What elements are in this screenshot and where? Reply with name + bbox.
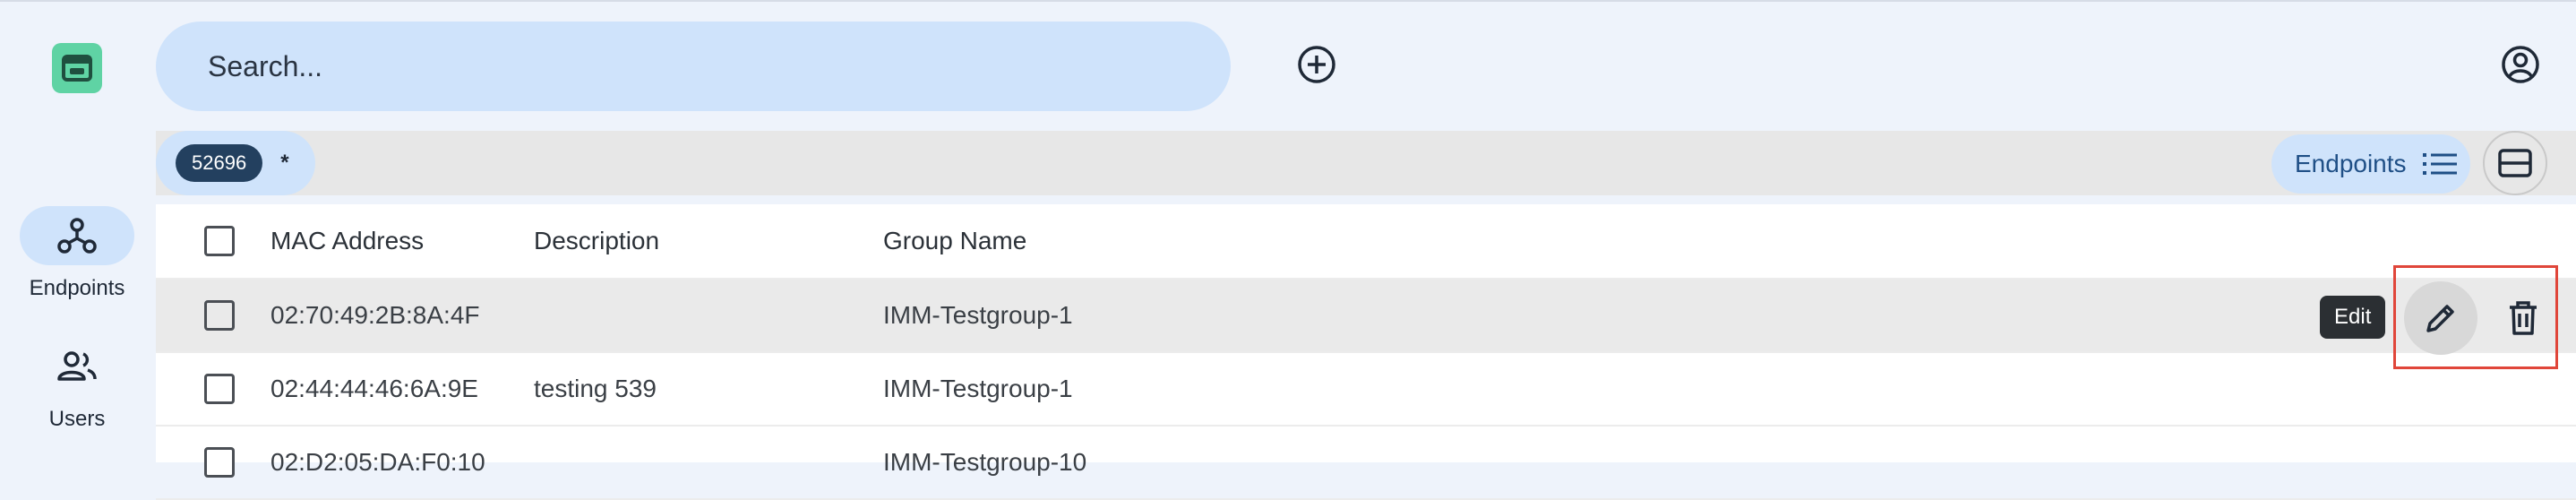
sidebar-item-label: Endpoints [29,276,125,300]
cell-description: testing 539 [534,375,657,402]
table-row[interactable]: 02:44:44:46:6A:9E testing 539 IMM-Testgr… [156,353,2576,427]
add-circle-icon [1298,46,1335,83]
sidebar-item-users-pill[interactable] [20,337,134,396]
sidebar-item-users[interactable]: Users [0,337,154,432]
edit-tooltip: Edit [2320,296,2386,339]
table-row[interactable]: 02:D2:05:DA:F0:10 IMM-Testgroup-10 [156,427,2576,500]
filter-chip[interactable]: 52696 [176,144,263,182]
row-checkbox[interactable] [204,300,235,331]
sidebar-item-label: Users [48,407,106,431]
top-divider [0,0,2576,2]
row-actions-highlight [2393,265,2558,369]
search-input[interactable] [208,49,1231,83]
endpoints-graph-icon [57,218,97,254]
filter-wildcard[interactable]: * [280,151,288,176]
sidebar-item-endpoints[interactable]: Endpoints [0,206,154,301]
select-all-checkbox[interactable] [204,226,235,256]
users-icon [57,351,97,381]
add-button[interactable] [1293,41,1340,88]
column-header-mac[interactable]: MAC Address [270,227,424,255]
card-view-icon [2498,149,2532,177]
cell-group: IMM-Testgroup-1 [883,301,1073,329]
app-logo-icon[interactable] [52,43,102,93]
view-selector-button[interactable]: Endpoints [2271,134,2470,194]
table-header-row: MAC Address Description Group Name [156,204,2576,280]
cell-mac: 02:70:49:2B:8A:4F [270,301,480,329]
cell-group: IMM-Testgroup-10 [883,448,1087,476]
card-view-toggle[interactable] [2483,131,2547,195]
cell-mac: 02:D2:05:DA:F0:10 [270,448,485,476]
cell-group: IMM-Testgroup-1 [883,375,1073,402]
search-bar[interactable] [156,22,1231,111]
cell-mac: 02:44:44:46:6A:9E [270,375,478,402]
account-circle-icon [2502,46,2539,83]
column-header-group[interactable]: Group Name [883,227,1026,255]
view-selector-label: Endpoints [2295,150,2407,177]
sidebar-item-endpoints-pill[interactable] [20,206,134,265]
account-button[interactable] [2497,41,2544,88]
row-checkbox[interactable] [204,374,235,404]
row-checkbox[interactable] [204,447,235,478]
column-header-description[interactable]: Description [534,227,659,255]
filter-chip-group[interactable]: 52696 * [156,131,315,195]
filter-bar: 52696 * Endpoints [156,131,2576,195]
endpoints-table: MAC Address Description Group Name 02:70… [156,204,2576,500]
table-row[interactable]: 02:70:49:2B:8A:4F IMM-Testgroup-1 [156,280,2576,353]
list-icon [2422,153,2457,175]
